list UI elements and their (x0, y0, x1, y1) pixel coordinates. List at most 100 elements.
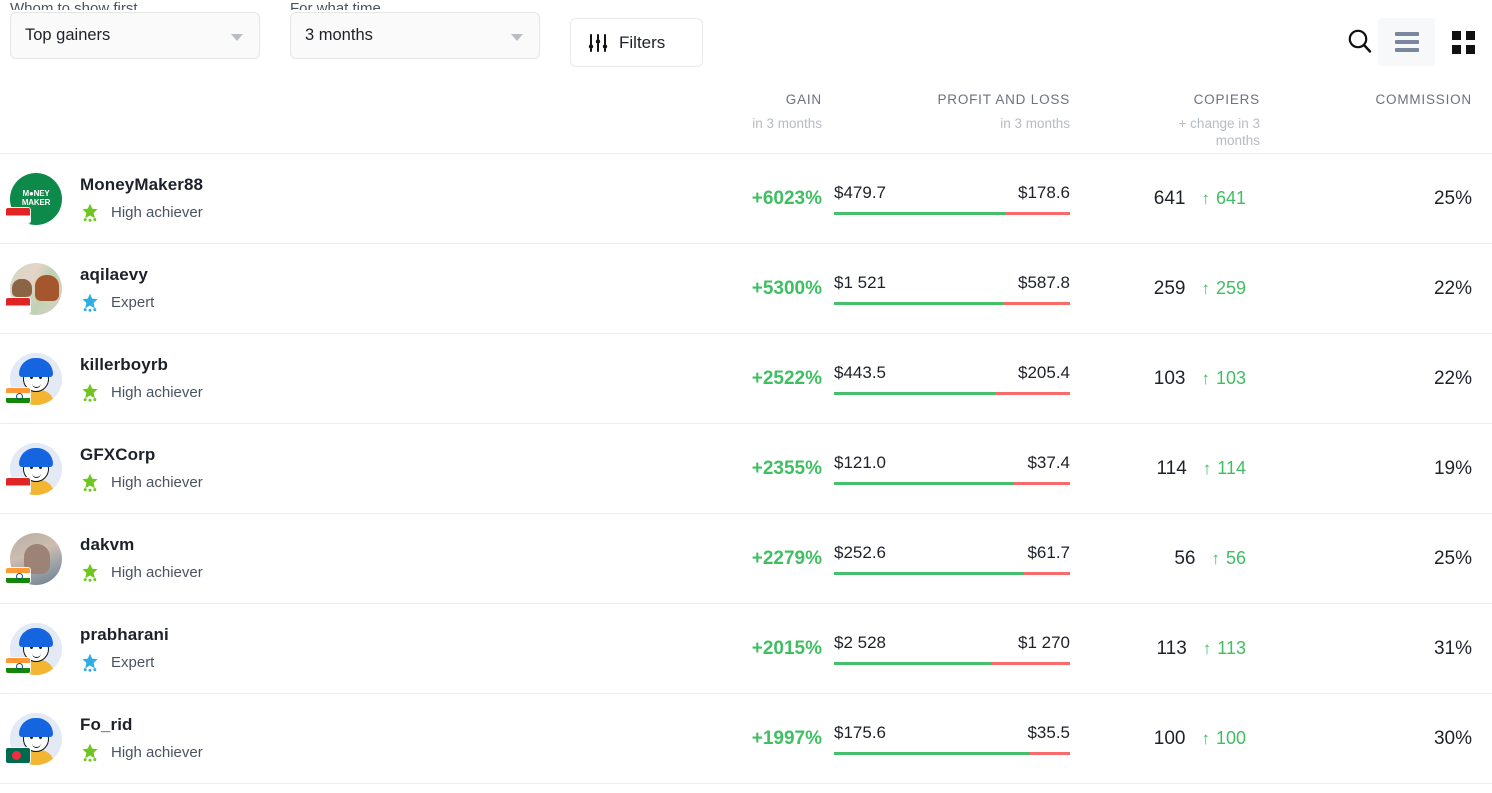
search-icon[interactable] (1345, 26, 1375, 56)
sort-select[interactable]: Top gainers (10, 12, 260, 59)
copiers-change: ↑ 113 (1203, 638, 1246, 659)
high-achiever-badge-icon (82, 203, 98, 222)
table-row[interactable]: aqilaevy Expert +5300% $1 521 $587.8 259 ↑ 259 2… (0, 244, 1492, 334)
copiers-count: 259 (1153, 277, 1186, 299)
time-select[interactable]: 3 months (290, 12, 540, 59)
avatar (6, 622, 62, 675)
loss-value: $35.5 (1027, 722, 1070, 742)
copiers-count: 114 (1156, 457, 1187, 479)
list-view-button[interactable] (1378, 18, 1435, 66)
arrow-up-icon: ↑ (1202, 639, 1212, 658)
expert-badge-icon (82, 653, 98, 672)
status-badge-label: High achiever (111, 383, 203, 401)
trader-cell[interactable]: killerboyrb High achiever (6, 352, 720, 405)
sort-control: Whom to show first Top gainers (10, 0, 260, 59)
filters-button[interactable]: Filters (570, 18, 703, 67)
grid-view-icon (1452, 30, 1475, 54)
gain-value: +2355% (751, 457, 822, 479)
profit-value: $443.5 (834, 362, 886, 382)
copiers-cell: 259 ↑ 259 (1070, 278, 1260, 300)
copiers-change-value: 56 (1225, 548, 1246, 568)
view-toggle (1378, 18, 1492, 66)
trader-name: prabharani (80, 625, 169, 644)
toolbar: Whom to show first Top gainers For what … (0, 0, 1492, 84)
copiers-cell: 641 ↑ 641 (1070, 188, 1260, 210)
profit-loss-cell: $252.6 $61.7 (822, 543, 1070, 575)
loss-value: $178.6 (1018, 182, 1070, 202)
country-flag-in (6, 567, 30, 583)
trader-name: aqilaevy (80, 265, 148, 284)
status-badge-label: High achiever (111, 743, 203, 761)
trader-cell[interactable]: dakvm High achiever (6, 532, 720, 585)
trader-name: Fo_rid (80, 715, 133, 734)
trader-cell[interactable]: aqilaevy Expert (6, 262, 720, 315)
profit-loss-cell: $2 528 $1 270 (822, 633, 1070, 665)
loss-value: $205.4 (1018, 362, 1070, 382)
arrow-up-icon: ↑ (1201, 279, 1210, 298)
trader-name: dakvm (80, 535, 135, 554)
copiers-cell: 56 ↑ 56 (1070, 548, 1260, 570)
status-badge: High achiever (80, 742, 203, 762)
commission-value: 22% (1433, 367, 1472, 389)
copiers-change-value: 114 (1217, 458, 1246, 478)
profit-loss-bar (834, 571, 1070, 575)
profit-value: $252.6 (834, 542, 886, 562)
header-gain-sub: in 3 months (752, 116, 822, 131)
status-badge: Expert (80, 652, 169, 672)
gain-value: +2522% (751, 367, 822, 389)
table-row[interactable]: M●NEY MAKER MoneyMaker88 High achiever +6023… (0, 154, 1492, 244)
profit-value: $479.7 (834, 182, 886, 202)
status-badge-label: Expert (111, 653, 155, 671)
avatar (6, 352, 62, 405)
chevron-down-icon (511, 33, 523, 41)
high-achiever-badge-icon (82, 383, 98, 402)
header-profit-loss: PROFIT AND LOSS in 3 months (822, 84, 1070, 132)
arrow-up-icon: ↑ (1211, 549, 1220, 568)
country-flag-bd (6, 747, 30, 763)
status-badge: High achiever (80, 562, 203, 582)
trader-cell[interactable]: GFXCorp High achiever (6, 442, 720, 495)
profit-loss-cell: $479.7 $178.6 (822, 183, 1070, 215)
commission-value: 22% (1433, 277, 1472, 299)
profit-loss-cell: $443.5 $205.4 (822, 363, 1070, 395)
table-row[interactable]: killerboyrb High achiever +2522% $443.5 $205… (0, 334, 1492, 424)
sort-select-value: Top gainers (25, 26, 111, 44)
table-row[interactable]: prabharani Expert +2015% $2 528 $1 270 113 ↑ 11… (0, 604, 1492, 694)
commission-value: 25% (1433, 547, 1472, 569)
high-achiever-badge-icon (82, 473, 98, 492)
header-gain-title: GAIN (785, 92, 822, 107)
table-row[interactable]: GFXCorp High achiever +2355% $121.0 $37.4 114… (0, 424, 1492, 514)
trader-cell[interactable]: prabharani Expert (6, 622, 720, 675)
copiers-change: ↑ 103 (1201, 368, 1246, 389)
header-commission-title: COMMISSION (1375, 92, 1472, 107)
header-profit-loss-title: PROFIT AND LOSS (937, 92, 1070, 107)
header-profit-loss-sub: in 3 months (1000, 116, 1070, 131)
copiers-change-value: 259 (1215, 278, 1246, 298)
profit-loss-cell: $1 521 $587.8 (822, 273, 1070, 305)
profit-value: $2 528 (834, 632, 886, 652)
arrow-up-icon: ↑ (1202, 459, 1212, 478)
profit-loss-bar (834, 751, 1070, 755)
profit-loss-bar (834, 661, 1070, 665)
table-row[interactable]: dakvm High achiever +2279% $252.6 $61.7 56 ↑ 56… (0, 514, 1492, 604)
profit-loss-cell: $175.6 $35.5 (822, 723, 1070, 755)
profit-loss-bar (834, 301, 1070, 305)
country-flag-id (6, 297, 30, 313)
arrow-up-icon: ↑ (1201, 369, 1210, 388)
profit-loss-cell: $121.0 $37.4 (822, 453, 1070, 485)
trader-name: GFXCorp (80, 445, 156, 464)
avatar (6, 442, 62, 495)
status-badge: High achiever (80, 382, 203, 402)
avatar (6, 712, 62, 765)
trader-cell[interactable]: Fo_rid High achiever (6, 712, 720, 765)
copiers-change: ↑ 56 (1211, 548, 1246, 569)
table-header: GAIN in 3 months PROFIT AND LOSS in 3 mo… (0, 84, 1492, 154)
grid-view-button[interactable] (1435, 18, 1492, 66)
trader-cell[interactable]: M●NEY MAKER MoneyMaker88 High achiever (6, 172, 720, 225)
gain-value: +2279% (751, 547, 822, 569)
copiers-cell: 113 ↑ 113 (1070, 638, 1260, 660)
copiers-count: 100 (1153, 727, 1186, 749)
loss-value: $1 270 (1018, 632, 1070, 652)
table-row[interactable]: Fo_rid High achiever +1997% $175.6 $35.5 100 ↑… (0, 694, 1492, 784)
country-flag-id (6, 477, 30, 493)
